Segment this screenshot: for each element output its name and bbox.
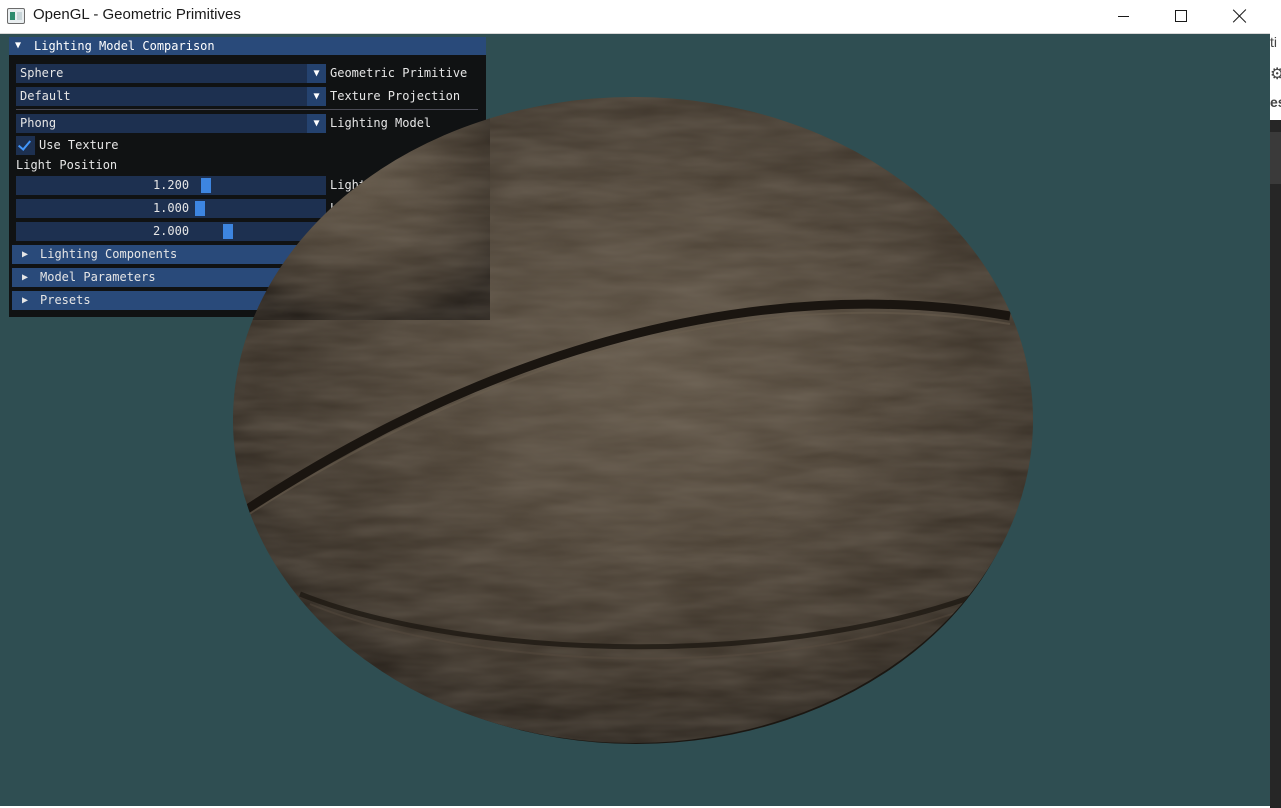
projection-combo-value: Default: [20, 89, 71, 103]
section-label: Lighting Components: [40, 247, 178, 261]
light-y-slider[interactable]: 1.000: [16, 199, 326, 218]
minimize-button[interactable]: [1094, 0, 1152, 32]
light-x-slider[interactable]: 1.200: [16, 176, 326, 195]
collapse-arrow-icon[interactable]: ▼: [15, 37, 21, 55]
light-z-value: 2.000: [152, 224, 190, 238]
collapse-right-icon: ▶: [22, 272, 29, 283]
maximize-button[interactable]: [1152, 0, 1210, 32]
light-x-value: 1.200: [152, 178, 190, 192]
slider-grab[interactable]: [223, 224, 233, 239]
lighting-model-label: Lighting Model: [330, 116, 432, 130]
background-window-text: ti: [1270, 34, 1277, 50]
section-lighting-components[interactable]: ▶ Lighting Components: [12, 245, 482, 264]
minimize-icon: [1117, 15, 1129, 17]
primitive-combo-value: Sphere: [20, 66, 64, 80]
close-icon: [1233, 9, 1247, 23]
light-z-slider[interactable]: 2.000: [16, 222, 326, 241]
lighting-model-combo[interactable]: Phong ▼: [16, 114, 326, 133]
lighting-panel[interactable]: ▼ Lighting Model Comparison Sphere ▼ Geo…: [9, 37, 486, 317]
light-y-value: 1.000: [152, 201, 190, 215]
light-z-label: Light Z: [330, 224, 381, 238]
light-x-label: Light X: [330, 178, 381, 192]
separator: [16, 109, 478, 110]
light-y-label: Light Y: [330, 201, 381, 215]
light-position-label: Light Position: [16, 158, 118, 172]
section-model-parameters[interactable]: ▶ Model Parameters: [12, 268, 482, 287]
background-window-text: es: [1270, 94, 1281, 110]
panel-title-bar[interactable]: ▼ Lighting Model Comparison: [9, 37, 486, 55]
chevron-down-icon[interactable]: ▼: [307, 114, 326, 133]
section-label: Presets: [40, 293, 91, 307]
section-label: Model Parameters: [40, 270, 156, 284]
chevron-down-icon[interactable]: ▼: [307, 64, 326, 83]
close-button[interactable]: [1211, 0, 1269, 32]
check-icon: [17, 137, 32, 151]
primitive-combo[interactable]: Sphere ▼: [16, 64, 326, 83]
background-window-scrollbar: [1270, 132, 1281, 184]
app-window-icon: [7, 8, 25, 24]
gear-icon: ⚙: [1270, 66, 1281, 83]
projection-label: Texture Projection: [330, 89, 461, 103]
use-texture-checkbox[interactable]: [16, 136, 35, 155]
panel-title: Lighting Model Comparison: [34, 39, 215, 53]
chevron-down-icon[interactable]: ▼: [307, 87, 326, 106]
projection-combo[interactable]: Default ▼: [16, 87, 326, 106]
slider-grab[interactable]: [195, 201, 205, 216]
lighting-model-combo-value: Phong: [20, 116, 57, 130]
title-bar[interactable]: OpenGL - Geometric Primitives: [0, 0, 1270, 34]
use-texture-label: Use Texture: [39, 138, 119, 152]
collapse-right-icon: ▶: [22, 249, 29, 260]
resize-grip[interactable]: [476, 307, 486, 317]
primitive-label: Geometric Primitive: [330, 66, 468, 80]
collapse-right-icon: ▶: [22, 295, 29, 306]
section-presets[interactable]: ▶ Presets: [12, 291, 482, 310]
slider-grab[interactable]: [201, 178, 211, 193]
background-window-panel: [1270, 120, 1281, 808]
maximize-icon: [1175, 10, 1187, 22]
window-title: OpenGL - Geometric Primitives: [33, 6, 241, 23]
